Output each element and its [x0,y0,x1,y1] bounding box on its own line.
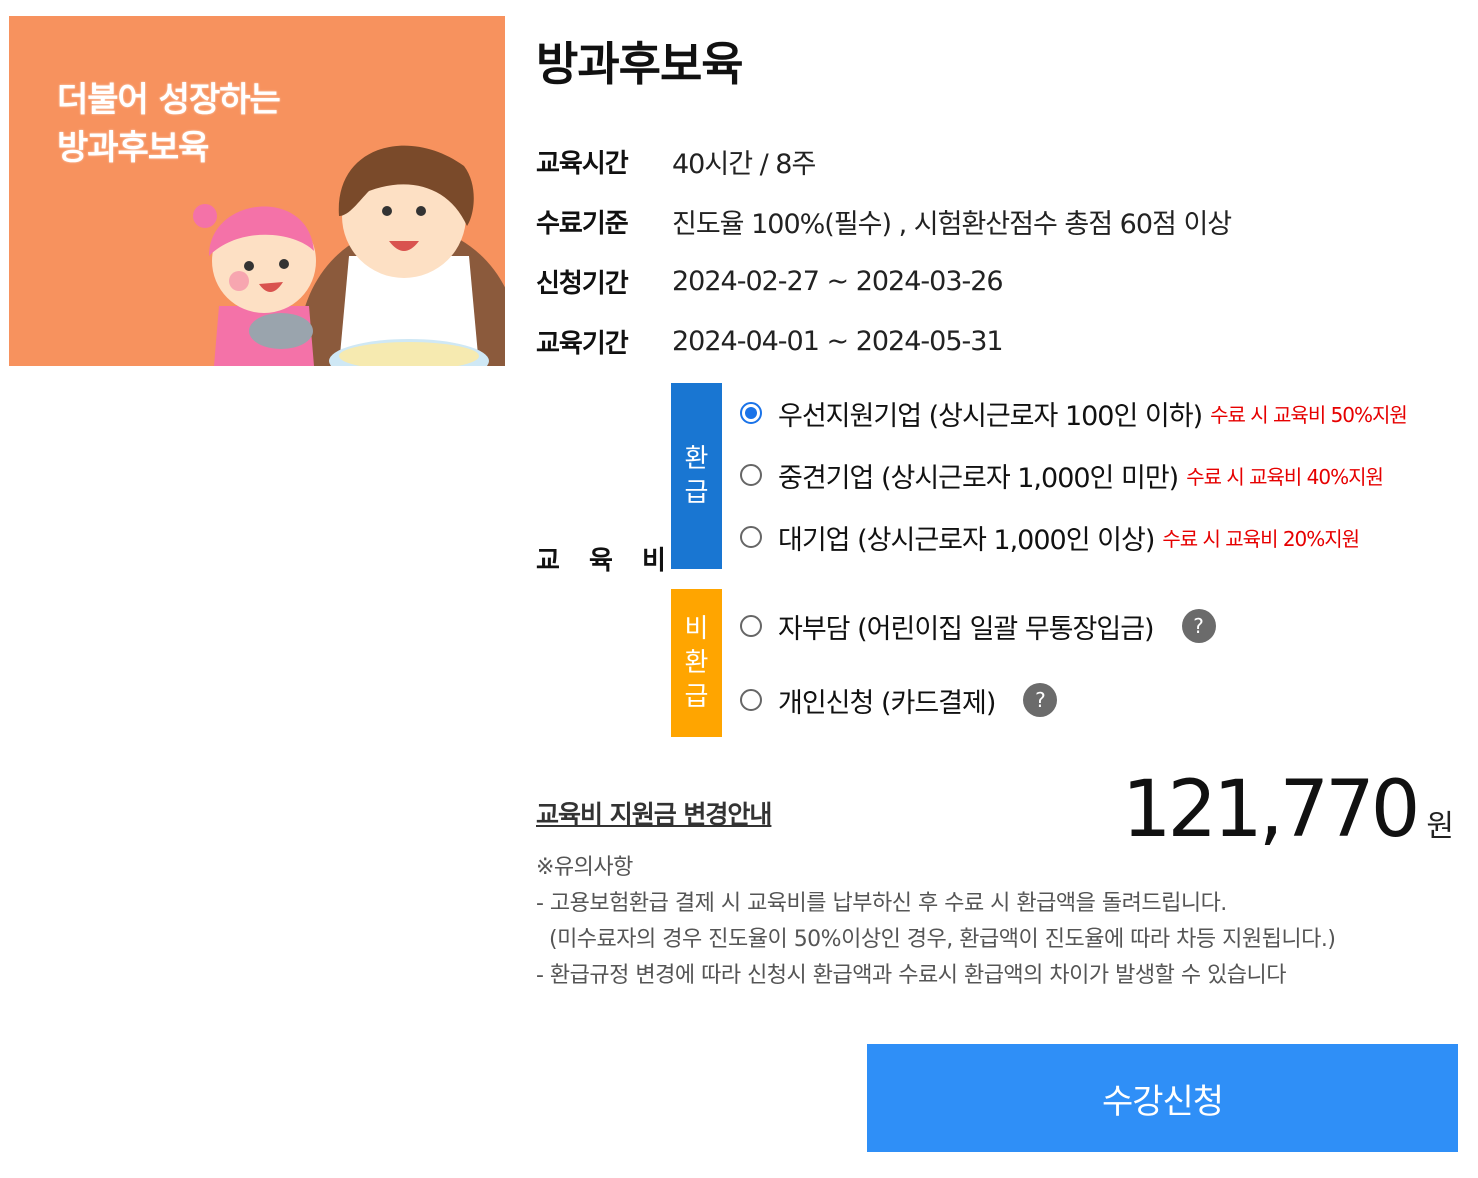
option-note: 수료 시 교육비 50%지원 [1210,402,1408,427]
fee-option-midsize-company[interactable]: 중견기업 (상시근로자 1,000인 미만) 수료 시 교육비 40%지원 [740,455,1384,495]
nonrefund-badge-text: 비환급 [684,614,709,712]
nonrefund-badge: 비환급 [671,589,722,737]
option-label: 중견기업 (상시근로자 1,000인 미만) [778,462,1179,494]
info-value: 2024-02-27 ~ 2024-03-26 [672,265,1004,297]
fee-option-self-pay[interactable]: 자부담 (어린이집 일괄 무통장입금) ? [740,606,1216,646]
price: 121,770 원 [1122,765,1454,855]
info-label: 수료기준 [536,208,629,239]
radio-button[interactable] [740,526,762,548]
price-value: 121,770 [1121,765,1421,855]
fee-option-large-company[interactable]: 대기업 (상시근로자 1,000인 이상) 수료 시 교육비 20%지원 [740,517,1360,557]
option-label: 대기업 (상시근로자 1,000인 이상) [778,524,1155,556]
option-note: 수료 시 교육비 40%지원 [1186,464,1384,489]
info-value: 40시간 / 8주 [672,148,816,180]
info-label: 교육시간 [536,148,629,179]
refund-badge: 환급 [671,383,722,569]
radio-button[interactable] [740,402,762,424]
help-icon[interactable]: ? [1023,683,1058,717]
price-unit: 원 [1426,809,1454,844]
caution-notes: ※유의사항 - 고용보험환급 결제 시 교육비를 납부하신 후 수료 시 환급액… [536,850,1336,994]
info-label: 신청기간 [536,268,629,299]
info-row-duration: 교육시간 40시간 / 8주 [536,141,816,181]
info-value: 2024-04-01 ~ 2024-05-31 [672,325,1004,357]
radio-button[interactable] [740,689,762,711]
radio-button[interactable] [740,615,762,637]
course-thumbnail: 더불어 성장하는 방과후보육 [9,16,505,366]
refund-badge-text: 환급 [684,444,709,508]
apply-button[interactable]: 수강신청 [867,1044,1458,1152]
caution-line: - 고용보험환급 결제 시 교육비를 납부하신 후 수료 시 환급액을 돌려드립… [536,891,1227,916]
thumbnail-caption: 더불어 성장하는 방과후보육 [57,76,281,172]
info-row-application-period: 신청기간 2024-02-27 ~ 2024-03-26 [536,261,1004,301]
info-row-completion: 수료기준 진도율 100%(필수) , 시험환산점수 총점 60점 이상 [536,201,1232,241]
option-label: 우선지원기업 (상시근로자 100인 이하) [778,400,1203,432]
thumbnail-illustration [193,145,505,366]
info-value: 진도율 100%(필수) , 시험환산점수 총점 60점 이상 [672,208,1232,240]
caution-line: - 환급규정 변경에 따라 신청시 환급액과 수료시 환급액의 차이가 발생할 … [536,963,1287,988]
option-label: 개인신청 (카드결제) [778,687,996,719]
course-title: 방과후보육 [536,37,744,91]
radio-button[interactable] [740,464,762,486]
fee-label: 교 육 비 [536,546,676,576]
help-icon[interactable]: ? [1181,609,1216,643]
caution-line: (미수료자의 경우 진도율이 50%이상인 경우, 환급액이 진도율에 따라 차… [536,927,1336,952]
fee-change-notice-link[interactable]: 교육비 지원금 변경안내 [536,795,772,831]
thumbnail-line-2: 방과후보육 [57,128,209,168]
info-label: 교육기간 [536,328,629,359]
fee-option-personal-card[interactable]: 개인신청 (카드결제) ? [740,680,1058,720]
thumbnail-line-1: 더불어 성장하는 [57,80,281,120]
info-row-education-period: 교육기간 2024-04-01 ~ 2024-05-31 [536,321,1004,361]
fee-option-priority-company[interactable]: 우선지원기업 (상시근로자 100인 이하) 수료 시 교육비 50%지원 [740,393,1408,433]
option-note: 수료 시 교육비 20%지원 [1162,526,1360,551]
caution-heading: ※유의사항 [536,855,633,880]
option-label: 자부담 (어린이집 일괄 무통장입금) [778,613,1155,645]
